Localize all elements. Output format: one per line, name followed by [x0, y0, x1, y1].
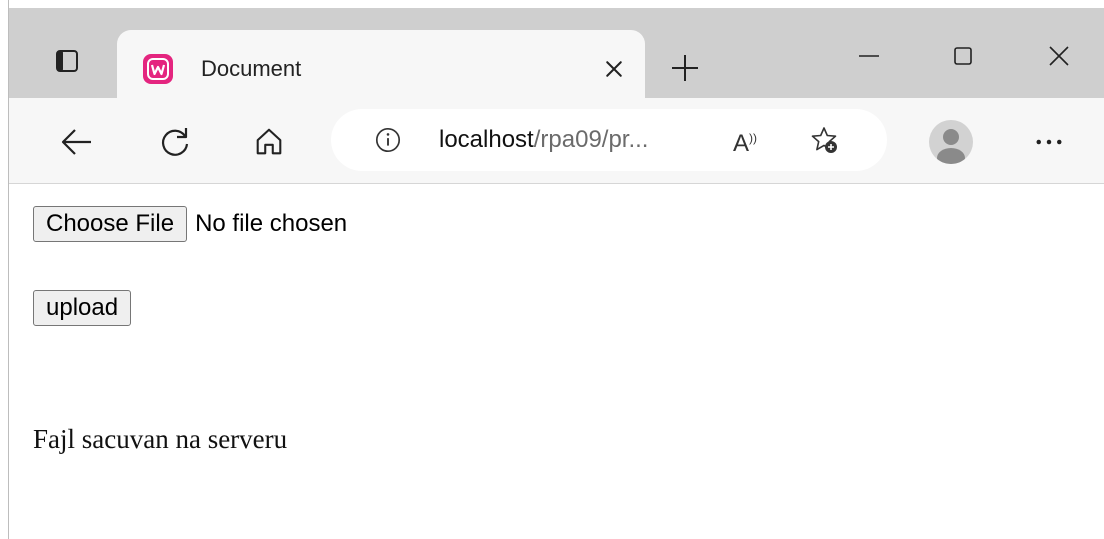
file-status-text: No file chosen [195, 210, 348, 237]
url-host: localhost [439, 126, 534, 153]
add-favorite-button[interactable] [809, 125, 839, 155]
url-path: /rpa09/pr... [533, 126, 649, 153]
back-button[interactable] [55, 120, 99, 164]
file-input[interactable]: Choose File No file chosen [33, 206, 347, 242]
site-info-button[interactable] [373, 125, 403, 155]
home-button[interactable] [247, 120, 291, 164]
refresh-icon [161, 128, 189, 156]
close-window-button[interactable] [1029, 36, 1089, 76]
close-window-icon [1049, 46, 1069, 66]
add-favorite-icon [811, 127, 837, 153]
top-strip [9, 0, 1104, 8]
minimize-button[interactable] [839, 36, 899, 76]
title-bar: Document [9, 8, 1104, 106]
plus-icon [672, 55, 698, 81]
tab-document[interactable]: Document [117, 30, 645, 106]
choose-file-button[interactable]: Choose File [33, 206, 188, 242]
minimize-icon [859, 55, 879, 57]
browser-window: Document localhost/rpa09/pr... A)) Choos… [8, 0, 1104, 539]
upload-button[interactable]: upload [33, 290, 132, 326]
refresh-button[interactable] [153, 120, 197, 164]
info-icon [375, 127, 401, 153]
address-bar[interactable]: localhost/rpa09/pr... A)) [331, 109, 887, 171]
close-icon [606, 61, 622, 77]
tab-actions-button[interactable] [39, 38, 95, 84]
navigation-toolbar: localhost/rpa09/pr... A)) [9, 98, 1104, 184]
read-aloud-icon: A [733, 130, 750, 157]
tab-close-button[interactable] [601, 56, 627, 82]
read-aloud-button[interactable]: A)) [733, 123, 757, 159]
read-aloud-waves-icon: )) [749, 131, 758, 145]
profile-avatar-icon[interactable] [929, 120, 973, 164]
url-text[interactable]: localhost/rpa09/pr... [439, 125, 648, 155]
new-tab-button[interactable] [665, 48, 705, 88]
page-content: Choose File No file chosen upload Fajl s… [9, 184, 1104, 539]
arrow-left-icon [61, 129, 91, 155]
tab-title: Document [201, 56, 302, 81]
more-dots-icon[interactable] [1027, 120, 1071, 164]
wampserver-favicon-icon [143, 54, 173, 84]
result-message: Fajl sacuvan na serveru [33, 424, 288, 454]
tab-actions-icon [56, 50, 78, 72]
maximize-icon [954, 47, 972, 65]
maximize-button[interactable] [933, 36, 993, 76]
home-icon [256, 128, 282, 155]
